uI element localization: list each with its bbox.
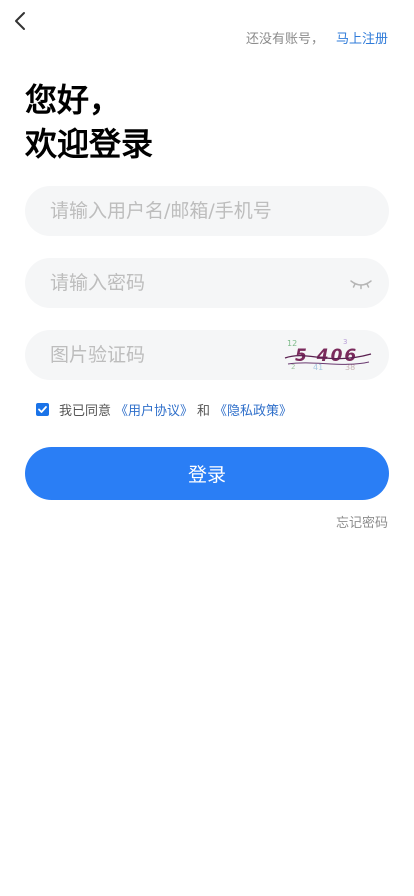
login-button[interactable]: 登录: [25, 447, 389, 500]
page-title: 您好， 欢迎登录: [25, 78, 153, 166]
greeting-line-2: 欢迎登录: [25, 125, 154, 163]
password-field: [25, 258, 389, 308]
username-field: [25, 186, 389, 236]
password-input[interactable]: [48, 271, 329, 295]
agreement-and: 和: [197, 404, 211, 419]
agreement-checkbox[interactable]: [36, 403, 49, 416]
user-agreement-link[interactable]: 《用户协议》: [115, 400, 193, 419]
eye-closed-icon[interactable]: [349, 273, 373, 293]
captcha-input[interactable]: [48, 343, 279, 367]
captcha-image[interactable]: 12 3 41 38 2 5 406: [283, 336, 373, 374]
greeting-line-1: 您好，: [25, 81, 122, 119]
agreement-row: 我已同意 《用户协议》 和 《隐私政策》: [36, 400, 296, 419]
no-account-hint: 还没有账号，: [245, 32, 324, 47]
privacy-policy-link[interactable]: 《隐私政策》: [214, 400, 292, 419]
captcha-field: 12 3 41 38 2 5 406: [25, 330, 389, 380]
svg-text:3: 3: [343, 338, 347, 346]
checkmark-icon: [38, 406, 47, 413]
register-prompt: 还没有账号， 马上注册: [246, 31, 388, 49]
username-input[interactable]: [48, 199, 389, 223]
register-link[interactable]: 马上注册: [336, 32, 388, 47]
back-chevron-icon[interactable]: [10, 10, 32, 32]
forgot-password-link[interactable]: 忘记密码: [336, 512, 388, 531]
agreement-prefix: 我已同意: [59, 404, 112, 419]
